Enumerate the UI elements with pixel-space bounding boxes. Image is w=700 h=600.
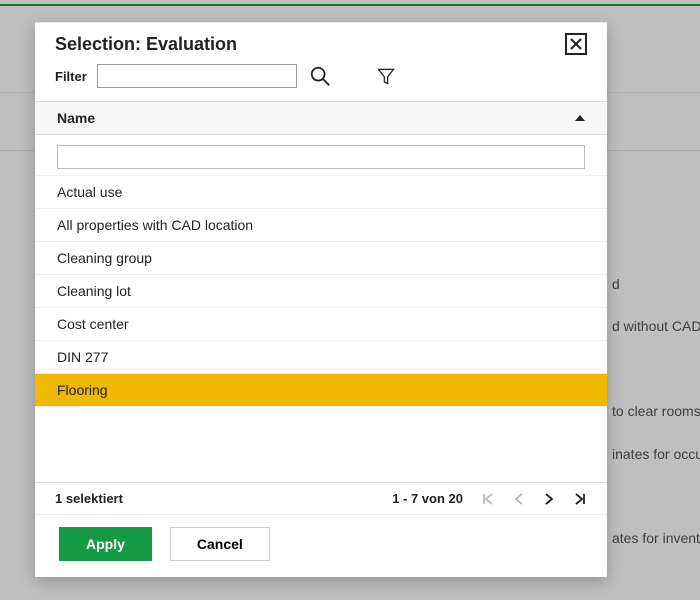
- sort-asc-icon: [575, 115, 585, 121]
- pager-next[interactable]: [543, 492, 555, 506]
- chevron-right-icon: [543, 492, 555, 506]
- column-filter-input[interactable]: [57, 145, 585, 169]
- pager-prev[interactable]: [513, 492, 525, 506]
- chevron-left-icon: [513, 492, 525, 506]
- apply-button[interactable]: Apply: [59, 527, 152, 561]
- pager-last[interactable]: [573, 492, 587, 506]
- column-label: Name: [57, 110, 95, 126]
- selection-count: 1 selektiert: [55, 491, 123, 506]
- search-icon: [309, 65, 331, 87]
- first-page-icon: [481, 492, 495, 506]
- list-item[interactable]: Cost center: [35, 308, 607, 341]
- filter-label: Filter: [55, 69, 87, 84]
- filter-button[interactable]: [373, 63, 399, 89]
- close-button[interactable]: [565, 33, 587, 55]
- list-item[interactable]: Flooring: [35, 374, 607, 407]
- list-item[interactable]: DIN 277: [35, 341, 607, 374]
- list-item[interactable]: All properties with CAD location: [35, 209, 607, 242]
- list-item[interactable]: Cleaning lot: [35, 275, 607, 308]
- filter-input[interactable]: [97, 64, 297, 88]
- list-item[interactable]: Cleaning group: [35, 242, 607, 275]
- selection-dialog: Selection: Evaluation Filter Nam: [35, 22, 607, 577]
- search-button[interactable]: [307, 63, 333, 89]
- column-header-name[interactable]: Name: [35, 101, 607, 135]
- last-page-icon: [573, 492, 587, 506]
- pager: 1 - 7 von 20: [392, 491, 587, 506]
- funnel-icon: [376, 65, 396, 87]
- cancel-button[interactable]: Cancel: [170, 527, 270, 561]
- list-item[interactable]: Actual use: [35, 176, 607, 209]
- close-icon: [570, 38, 582, 50]
- pager-first[interactable]: [481, 492, 495, 506]
- dialog-title: Selection: Evaluation: [55, 34, 237, 55]
- results-list: Actual useAll properties with CAD locati…: [35, 176, 607, 482]
- page-range: 1 - 7 von 20: [392, 491, 463, 506]
